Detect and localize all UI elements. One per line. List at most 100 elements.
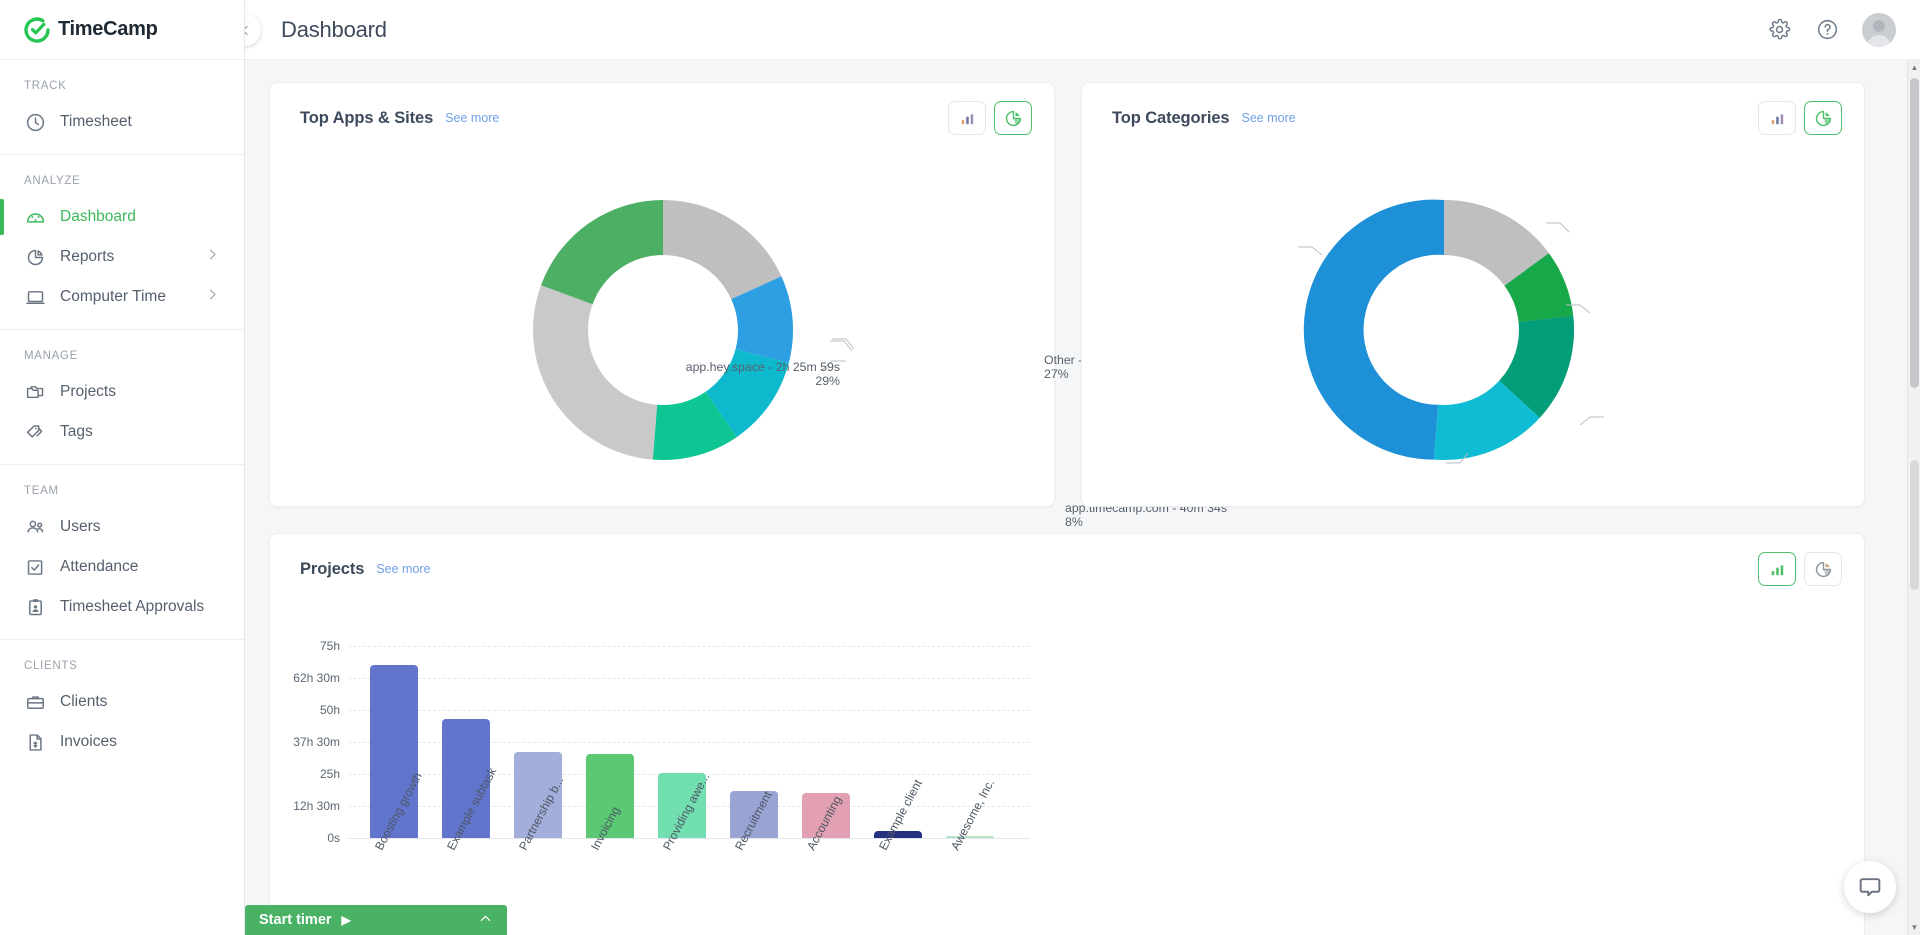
sidebar-item-reports[interactable]: Reports	[0, 237, 244, 277]
label-percent: 29%	[815, 374, 840, 388]
page-title: Dashboard	[281, 16, 387, 42]
sidebar-item-dashboard[interactable]: Dashboard	[0, 197, 244, 237]
bar-chart-icon[interactable]	[1758, 101, 1796, 135]
pie-report-icon	[24, 246, 46, 268]
app-root: TimeCamp TRACK Timesheet ANALYZE Dashboa…	[0, 0, 1920, 935]
sidebar-section-label: ANALYZE	[24, 175, 81, 187]
scroll-up-arrow[interactable]: ▲	[1908, 60, 1920, 75]
y-tick-label: 75h	[319, 639, 340, 653]
question-icon[interactable]	[1814, 17, 1840, 43]
card-header: Projects See more	[270, 534, 1864, 586]
sidebar-section-label: TRACK	[24, 80, 67, 92]
card-title: Projects	[300, 559, 365, 578]
dashboard-content: Top Apps & Sites See more app.hey.space …	[245, 60, 1920, 935]
see-more-link[interactable]: See more	[445, 111, 499, 125]
sidebar-section-track: TRACK Timesheet	[0, 60, 244, 155]
sidebar-item-invoices[interactable]: Invoices	[0, 722, 244, 762]
sidebar-item-tags[interactable]: Tags	[0, 412, 244, 452]
sidebar-item-label: Clients	[60, 693, 108, 710]
gear-icon[interactable]	[1766, 17, 1792, 43]
card-title: Top Apps & Sites	[300, 108, 434, 127]
scroll-down-arrow[interactable]: ▼	[1908, 920, 1920, 935]
laptop-icon	[24, 286, 46, 308]
sidebar-item-label: Attendance	[60, 558, 139, 575]
gridline	[348, 678, 1030, 679]
apps-donut-svg	[533, 200, 855, 461]
sidebar-item-label: Dashboard	[60, 208, 136, 225]
dashboard-row-1: Top Apps & Sites See more app.hey.space …	[269, 82, 1896, 618]
bar-chart-icon[interactable]	[948, 101, 986, 135]
see-more-link[interactable]: See more	[376, 562, 430, 576]
y-tick-label: 37h 30m	[293, 735, 340, 749]
gridline	[348, 646, 1030, 647]
chevron-right-icon	[205, 247, 220, 267]
dashboard-row-2: Projects See more 75h 62h 30m 50h 37h 30…	[269, 533, 1896, 935]
chart-type-toggle	[1758, 101, 1842, 135]
avatar[interactable]	[1862, 12, 1896, 47]
tag-icon	[24, 421, 46, 443]
play-icon: ▶	[341, 913, 351, 927]
clipboard-user-icon	[24, 596, 46, 618]
logo-text: TimeCamp	[58, 18, 158, 40]
sidebar-item-label: Invoices	[60, 733, 117, 750]
scrollbar-thumb[interactable]	[1910, 78, 1919, 388]
dashboard-icon	[24, 206, 46, 228]
label-text: app.hey.space - 2h 25m 59s	[685, 360, 840, 374]
topbar: Dashboard	[229, 0, 1920, 60]
briefcase-icon	[24, 691, 46, 713]
sidebar-section-clients: CLIENTS Clients Invoices	[0, 640, 244, 774]
y-tick-label: 62h 30m	[293, 671, 340, 685]
checkbox-icon	[24, 556, 46, 578]
folder-icon	[24, 381, 46, 403]
users-icon	[24, 516, 46, 538]
donut-label-app-hey-space: app.hey.space - 2h 25m 59s 29%	[650, 360, 840, 388]
sidebar-item-clients[interactable]: Clients	[0, 682, 244, 722]
card-projects: Projects See more 75h 62h 30m 50h 37h 30…	[269, 533, 1865, 935]
pie-chart-icon[interactable]	[1804, 552, 1842, 586]
sidebar-item-users[interactable]: Users	[0, 507, 244, 547]
chevron-up-icon[interactable]	[478, 911, 493, 930]
topbar-actions	[1766, 12, 1896, 47]
projects-bar-chart: 75h 62h 30m 50h 37h 30m 25h 12h 30m 0s B…	[270, 586, 1864, 935]
card-top-categories: Top Categories See more	[1081, 82, 1865, 507]
start-timer-button[interactable]: Start timer ▶	[245, 905, 507, 935]
sidebar-section-label: MANAGE	[24, 350, 79, 362]
chart-type-toggle	[1758, 552, 1842, 586]
start-timer-label: Start timer	[259, 912, 332, 928]
sidebar-item-attendance[interactable]: Attendance	[0, 547, 244, 587]
gridline	[348, 710, 1030, 711]
card-header: Top Apps & Sites See more	[270, 83, 1054, 135]
sidebar-item-label: Timesheet Approvals	[60, 598, 205, 615]
sidebar-item-label: Tags	[60, 423, 93, 440]
pie-chart-icon[interactable]	[1804, 101, 1842, 135]
sidebar-item-timesheet-approvals[interactable]: Timesheet Approvals	[0, 587, 244, 627]
see-more-link[interactable]: See more	[1241, 111, 1295, 125]
sidebar-section-label: CLIENTS	[24, 660, 78, 672]
timecamp-logo-icon	[24, 16, 50, 43]
sidebar-item-label: Users	[60, 518, 101, 535]
chart-type-toggle	[948, 101, 1032, 135]
sidebar-section-manage: MANAGE Projects Tags	[0, 330, 244, 465]
y-tick-label: 12h 30m	[293, 799, 340, 813]
label-percent: 8%	[1065, 515, 1083, 529]
vertical-scrollbar[interactable]: ▲ ▼	[1907, 60, 1920, 935]
chat-widget-button[interactable]	[1844, 861, 1896, 913]
chevron-right-icon	[205, 287, 220, 307]
main-area: Dashboard Top Apps & Sites See more app.…	[229, 0, 1920, 935]
scrollbar-thumb-secondary[interactable]	[1910, 460, 1919, 590]
bar-chart-icon[interactable]	[1758, 552, 1796, 586]
y-tick-label: 0s	[327, 831, 340, 845]
logo-row[interactable]: TimeCamp	[0, 0, 244, 60]
sidebar-item-projects[interactable]: Projects	[0, 372, 244, 412]
sidebar-item-label: Computer Time	[60, 288, 166, 305]
card-title: Top Categories	[1112, 108, 1230, 127]
pie-chart-icon[interactable]	[994, 101, 1032, 135]
invoice-icon	[24, 731, 46, 753]
sidebar-item-label: Reports	[60, 248, 115, 265]
sidebar-item-timesheet[interactable]: Timesheet	[0, 102, 244, 142]
sidebar-section-analyze: ANALYZE Dashboard Reports Computer Time	[0, 155, 244, 330]
card-top-apps-sites: Top Apps & Sites See more app.hey.space …	[269, 82, 1227, 618]
sidebar-item-computer-time[interactable]: Computer Time	[0, 277, 244, 317]
y-tick-label: 25h	[319, 767, 340, 781]
x-tick-label: Example client	[876, 777, 926, 853]
